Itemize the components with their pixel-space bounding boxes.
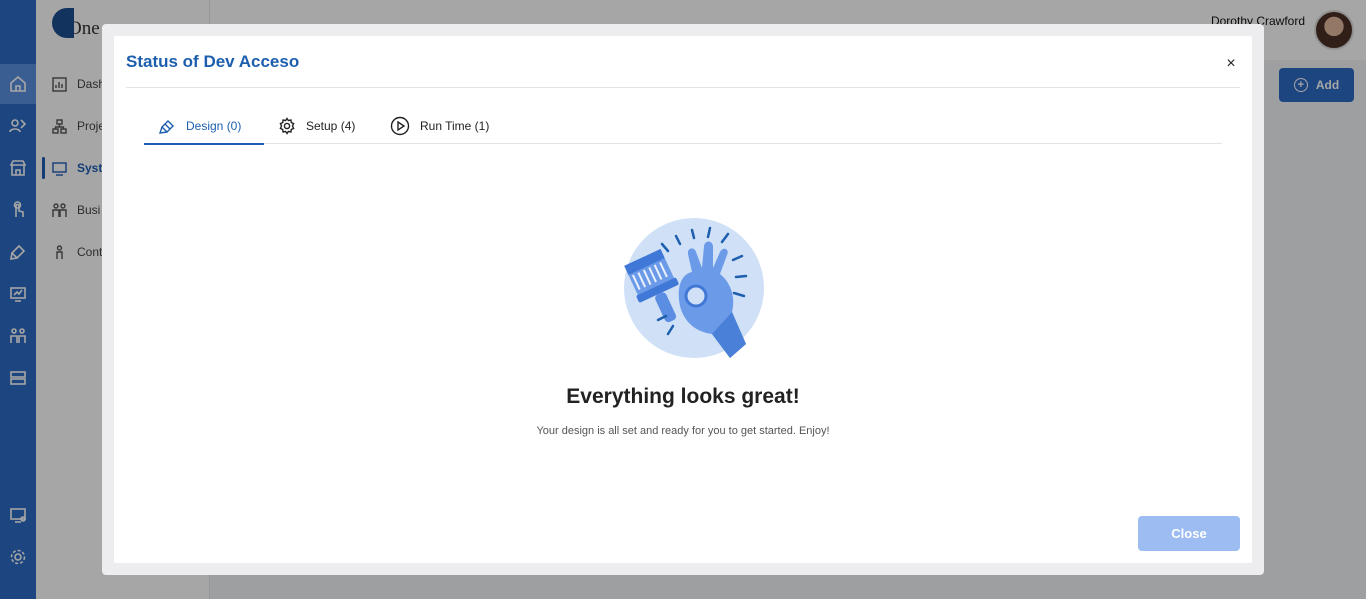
empty-state-subtitle: Your design is all set and ready for you… xyxy=(536,425,830,437)
thumbs-ok-illustration xyxy=(624,218,764,358)
brush-icon xyxy=(158,120,174,134)
gear-icon xyxy=(279,117,295,135)
tab-label: Run Time (1) xyxy=(420,119,490,133)
status-dialog: Status of Dev Acceso × Design (0) Setup … xyxy=(114,36,1252,563)
dialog-title: Status of Dev Acceso xyxy=(126,52,300,71)
play-circle-icon xyxy=(390,116,410,136)
tab-design[interactable]: Design (0) xyxy=(144,108,264,145)
tab-label: Design (0) xyxy=(186,119,242,133)
tab-run-time[interactable]: Run Time (1) xyxy=(390,108,500,144)
divider xyxy=(126,87,1240,88)
close-icon[interactable]: × xyxy=(1223,55,1239,72)
tab-setup[interactable]: Setup (4) xyxy=(278,108,368,144)
empty-state-title: Everything looks great! xyxy=(566,385,800,408)
close-button[interactable]: Close xyxy=(1138,516,1240,551)
tab-bar: Design (0) Setup (4) Run Time (1) xyxy=(144,108,1222,145)
tab-label: Setup (4) xyxy=(306,119,356,133)
